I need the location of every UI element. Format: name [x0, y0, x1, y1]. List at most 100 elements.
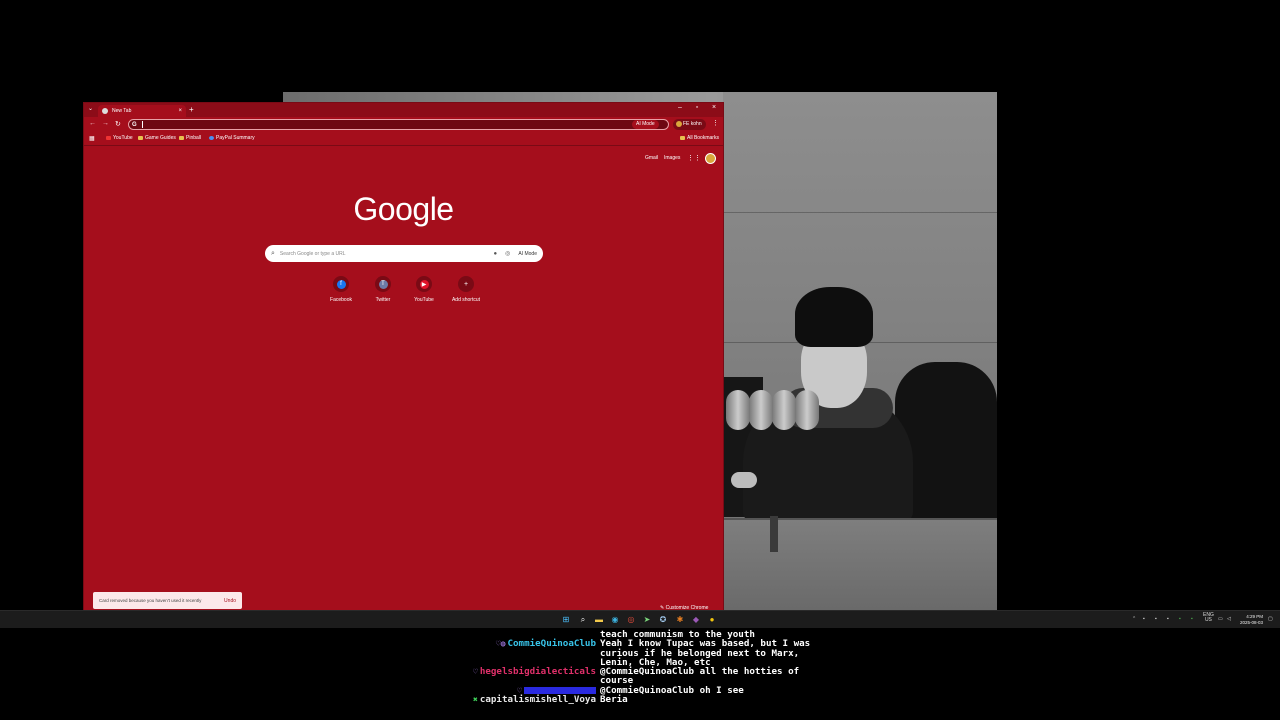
back-icon[interactable]: ← — [89, 120, 96, 127]
photo-hand — [731, 472, 757, 488]
shortcut-twitter[interactable]: T Twitter — [363, 276, 403, 303]
language-indicator[interactable]: ENG US — [1203, 613, 1214, 623]
network-icon[interactable]: ▭ — [1218, 616, 1223, 622]
tray-app-icon[interactable]: ▪ — [1167, 616, 1169, 622]
tab-new-tab[interactable]: New Tab × — [98, 105, 186, 117]
chat-message: ✖ capitalismishell_Voya Beria — [440, 694, 860, 706]
voice-search-icon[interactable]: ● — [494, 251, 498, 257]
taskbar: ⊞ ⌕ ▬ ◉ ◎ ➤ ✪ ✱ ◆ ● ⌃ ▪ ▪ ▪ ▪ ▪ ENG US ▭… — [0, 610, 1280, 628]
search-icon: ⌕ — [271, 249, 275, 257]
shortcut-label: Twitter — [375, 297, 391, 303]
chrome-icon[interactable]: ◎ — [626, 615, 636, 625]
account-avatar[interactable] — [705, 153, 716, 164]
search-box[interactable]: ⌕ Search Google or type a URL ● ◎ AI Mod… — [265, 245, 543, 262]
bookmark-pinball[interactable]: Pinball — [179, 135, 201, 141]
chat-text: Beria — [600, 694, 628, 706]
shortcut-label: Add shortcut — [451, 297, 481, 303]
forward-icon[interactable]: → — [102, 120, 109, 127]
photo-microphone — [795, 390, 819, 430]
search-placeholder[interactable]: Search Google or type a URL — [280, 251, 494, 257]
app-icon[interactable]: ➤ — [642, 615, 652, 625]
paypal-icon — [209, 136, 214, 140]
google-g-icon: G — [132, 121, 137, 128]
undo-button[interactable]: Undo — [224, 598, 236, 604]
region-code: US — [1204, 617, 1212, 623]
tray-chevron-icon[interactable]: ⌃ — [1132, 616, 1136, 622]
app-icon[interactable]: ◆ — [691, 615, 701, 625]
profile-label: FE kohn — [683, 121, 702, 127]
shortcut-tile: f — [333, 276, 349, 292]
new-tab-button[interactable]: + — [189, 105, 194, 115]
images-link[interactable]: Images — [664, 155, 680, 161]
bookmark-label: YouTube — [113, 135, 133, 141]
photo-microphone — [749, 390, 773, 430]
add-shortcut-icon: + — [458, 276, 474, 292]
google-apps-icon[interactable]: ⋮⋮ — [687, 154, 701, 162]
twitter-icon: T — [378, 279, 388, 289]
notification-icon[interactable]: ▢ — [1268, 616, 1273, 622]
tray-app-icon[interactable]: ▪ — [1179, 616, 1181, 622]
gmail-link[interactable]: Gmail — [645, 155, 658, 161]
chat-badge-icon: ♡ — [473, 667, 478, 677]
all-bookmarks[interactable]: All Bookmarks — [680, 135, 719, 141]
tray-app-icon[interactable]: ▪ — [1143, 616, 1145, 622]
shortcut-facebook[interactable]: f Facebook — [321, 276, 361, 303]
photo-podium-post — [770, 516, 778, 552]
profile-button[interactable]: FE kohn — [673, 119, 706, 130]
youtube-icon — [106, 136, 111, 140]
search-ai-mode-button[interactable]: AI Mode — [518, 251, 537, 257]
card-removed-toast: Card removed because you haven't used it… — [93, 592, 242, 609]
shortcut-add[interactable]: + Add shortcut — [446, 276, 486, 303]
maximize-icon[interactable]: ▫ — [691, 104, 703, 111]
tray-app-icon[interactable]: ▪ — [1155, 616, 1157, 622]
shortcut-tile: T — [375, 276, 391, 292]
chat-message: ♡◍ CommieQuinoaClub Yeah I know Tupac was… — [440, 639, 860, 667]
chat-text: Yeah I know Tupac was based, but I was c… — [600, 638, 811, 668]
more-menu-icon[interactable]: ⋮ — [712, 119, 719, 127]
photo-microphone — [726, 390, 750, 430]
lens-icon[interactable]: ◎ — [505, 250, 510, 257]
search-icon[interactable]: ⌕ — [578, 615, 588, 625]
shortcut-youtube[interactable]: ▶ YouTube — [404, 276, 444, 303]
shortcut-tile: ▶ — [416, 276, 432, 292]
close-window-icon[interactable]: × — [708, 104, 720, 111]
youtube-icon: ▶ — [419, 279, 429, 289]
photo-stone-line — [723, 212, 997, 213]
app-icon[interactable]: ✱ — [675, 615, 685, 625]
toolbar-divider — [84, 145, 723, 146]
app-icon[interactable]: ● — [707, 615, 717, 625]
ai-mode-button[interactable]: AI Mode — [632, 120, 659, 129]
bookmark-game-guides[interactable]: Game Guides — [138, 135, 176, 141]
profile-avatar-icon — [676, 121, 682, 127]
photo-microphone — [772, 390, 796, 430]
reload-icon[interactable]: ↻ — [115, 120, 121, 128]
volume-icon[interactable]: ◁ — [1227, 616, 1231, 622]
bookmarks-bar: YouTube Game Guides Pinball PayPal Summa… — [84, 134, 723, 144]
chat-badge-icon: ✖ — [473, 695, 478, 705]
chat-username: ♡◍ CommieQuinoaClub — [440, 639, 600, 667]
file-explorer-icon[interactable]: ▬ — [594, 615, 604, 625]
start-icon[interactable]: ⊞ — [561, 615, 571, 625]
address-bar[interactable]: G — [128, 119, 669, 130]
tray-app-icon[interactable]: ▪ — [1191, 616, 1193, 622]
edge-icon[interactable]: ◉ — [610, 615, 620, 625]
all-bookmarks-label: All Bookmarks — [687, 135, 719, 141]
folder-icon — [179, 136, 184, 140]
close-tab-icon[interactable]: × — [178, 108, 182, 114]
tab-search-icon[interactable]: ⌄ — [88, 105, 93, 112]
steam-icon[interactable]: ✪ — [658, 615, 668, 625]
chat-badge-icon: ♡◍ — [495, 639, 506, 649]
bookmark-label: Game Guides — [145, 135, 176, 141]
text-caret — [141, 121, 143, 128]
tab-title: New Tab — [112, 108, 132, 114]
chat-message: ♡ hegelsbigdialecticals @CommieQuinoaClub… — [440, 667, 860, 686]
bookmark-youtube[interactable]: YouTube — [106, 135, 133, 141]
folder-icon — [138, 136, 143, 140]
toast-message: Card removed because you haven't used it… — [99, 598, 202, 603]
bookmark-paypal-summary[interactable]: PayPal Summary — [209, 135, 255, 141]
clock[interactable]: 4:29 PM 2025-08-03 — [1240, 614, 1263, 626]
minimize-icon[interactable]: – — [674, 104, 686, 111]
facebook-icon: f — [336, 279, 346, 289]
chat-text: @CommieQuinoaClub oh I see — [600, 684, 744, 696]
chat-username-text: CommieQuinoaClub — [507, 638, 596, 650]
